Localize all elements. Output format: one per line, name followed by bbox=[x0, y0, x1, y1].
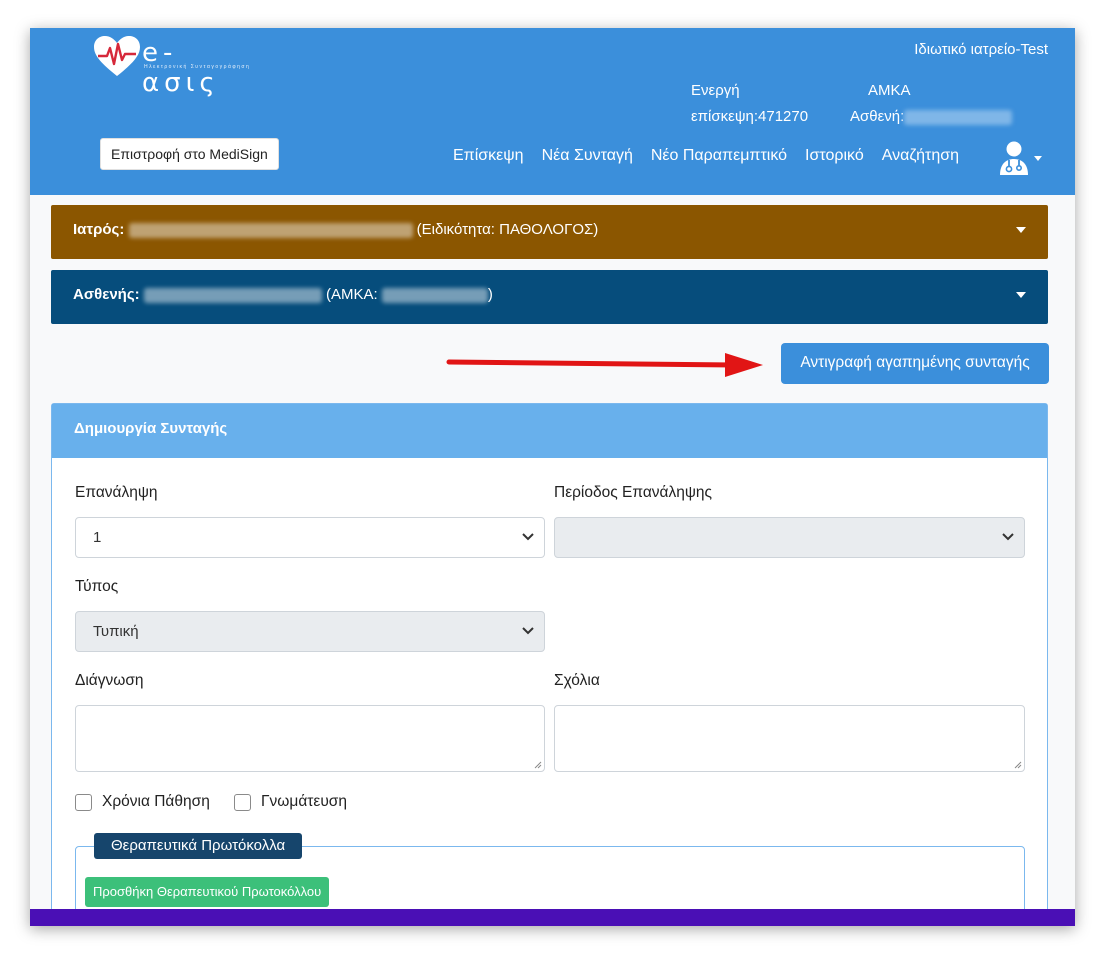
nav-new-prescription[interactable]: Νέα Συνταγή bbox=[542, 147, 633, 165]
type-value: Τυπική bbox=[93, 623, 139, 640]
active-visit: Ενεργή επίσκεψη:471270 bbox=[691, 78, 808, 130]
doctor-specialty: (Ειδικότητα: ΠΑΘΟΛΟΓΟΣ) bbox=[416, 221, 599, 238]
protocols-legend: Θεραπευτικά Πρωτόκολλα bbox=[94, 833, 303, 859]
logo[interactable]: e-ασις Ηλεκτρονική Συνταγογράφηση bbox=[92, 32, 252, 98]
patient-amka: ΑΜΚΑ Ασθενή: bbox=[850, 78, 1013, 130]
repeat-period-label: Περίοδος Επανάληψης bbox=[554, 484, 713, 501]
doctor-label: Ιατρός: bbox=[73, 221, 125, 238]
patient-bar[interactable]: Ασθενής: (ΑΜΚΑ: ) bbox=[51, 270, 1048, 324]
logo-subtitle: Ηλεκτρονική Συνταγογράφηση bbox=[144, 64, 251, 70]
main-nav: Επίσκεψη Νέα Συνταγή Νέο Παραπεμπτικό Ισ… bbox=[453, 147, 959, 165]
back-to-medisign-button[interactable]: Επιστροφή στο MediSign bbox=[100, 138, 279, 170]
patient-name-redacted bbox=[143, 287, 322, 303]
chronic-condition-checkbox[interactable]: Χρόνια Πάθηση bbox=[75, 793, 210, 811]
repeat-period-select[interactable] bbox=[554, 517, 1025, 558]
medical-opinion-checkbox[interactable]: Γνωμάτευση bbox=[234, 793, 347, 811]
diagnosis-textarea[interactable] bbox=[75, 705, 545, 772]
comments-label: Σχόλια bbox=[554, 672, 600, 689]
amka-label-1: ΑΜΚΑ bbox=[868, 82, 911, 99]
amka-label-2: Ασθενή: bbox=[850, 108, 905, 125]
office-name: Ιδιωτικό ιατρείο-Test bbox=[914, 41, 1048, 58]
add-protocol-button[interactable]: Προσθήκη Θεραπευτικού Πρωτοκόλλου bbox=[85, 877, 330, 907]
chronic-condition-label: Χρόνια Πάθηση bbox=[102, 793, 210, 810]
patient-label: Ασθενής: bbox=[73, 286, 140, 303]
resize-grip-icon bbox=[1014, 761, 1022, 769]
footer-strip bbox=[30, 909, 1075, 926]
user-menu[interactable] bbox=[998, 140, 1042, 176]
doctor-user-icon bbox=[1000, 141, 1028, 175]
app-window: e-ασις Ηλεκτρονική Συνταγογράφηση Ιδιωτι… bbox=[30, 28, 1075, 926]
doctor-name-redacted bbox=[128, 222, 413, 238]
create-prescription-card: Δημιουργία Συνταγής Επανάληψη 1 Περίοδος… bbox=[51, 403, 1048, 926]
resize-grip-icon bbox=[534, 761, 542, 769]
chevron-down-icon bbox=[1002, 533, 1014, 541]
nav-visit[interactable]: Επίσκεψη bbox=[453, 147, 524, 165]
card-title: Δημιουργία Συνταγής bbox=[52, 404, 1047, 458]
diagnosis-label: Διάγνωση bbox=[75, 672, 144, 689]
chevron-down-icon bbox=[1016, 292, 1026, 298]
repeat-value: 1 bbox=[93, 529, 102, 546]
patient-amka-prefix: (ΑΜΚΑ: bbox=[325, 286, 378, 303]
chevron-down-icon bbox=[1016, 227, 1026, 233]
nav-history[interactable]: Ιστορικό bbox=[805, 147, 864, 165]
app-header: e-ασις Ηλεκτρονική Συνταγογράφηση Ιδιωτι… bbox=[30, 28, 1075, 195]
nav-new-referral[interactable]: Νέο Παραπεμπτικό bbox=[651, 147, 787, 165]
type-select[interactable]: Τυπική bbox=[75, 611, 545, 652]
visit-label-1: Ενεργή bbox=[691, 82, 740, 99]
chevron-down-icon bbox=[522, 533, 534, 541]
repeat-select[interactable]: 1 bbox=[75, 517, 545, 558]
type-label: Τύπος bbox=[75, 578, 119, 595]
chevron-down-icon bbox=[522, 627, 534, 635]
checkbox-box[interactable] bbox=[75, 793, 92, 811]
visit-label-2: επίσκεψη:471270 bbox=[691, 108, 809, 125]
doctor-bar[interactable]: Ιατρός: (Ειδικότητα: ΠΑΘΟΛΟΓΟΣ) bbox=[51, 205, 1048, 259]
copy-favorite-prescription-button[interactable]: Αντιγραφή αγαπημένης συνταγής bbox=[781, 343, 1049, 384]
patient-amka-redacted bbox=[381, 287, 488, 303]
repeat-label: Επανάληψη bbox=[75, 484, 158, 501]
checkbox-box[interactable] bbox=[234, 793, 251, 811]
comments-textarea[interactable] bbox=[554, 705, 1025, 772]
heart-pulse-icon bbox=[94, 36, 140, 76]
nav-search[interactable]: Αναζήτηση bbox=[882, 147, 959, 165]
medical-opinion-label: Γνωμάτευση bbox=[261, 793, 347, 810]
amka-redacted bbox=[904, 109, 1013, 125]
red-arrow-annotation bbox=[446, 353, 763, 377]
patient-amka-suffix: ) bbox=[487, 286, 493, 303]
chevron-down-icon bbox=[1034, 155, 1042, 161]
